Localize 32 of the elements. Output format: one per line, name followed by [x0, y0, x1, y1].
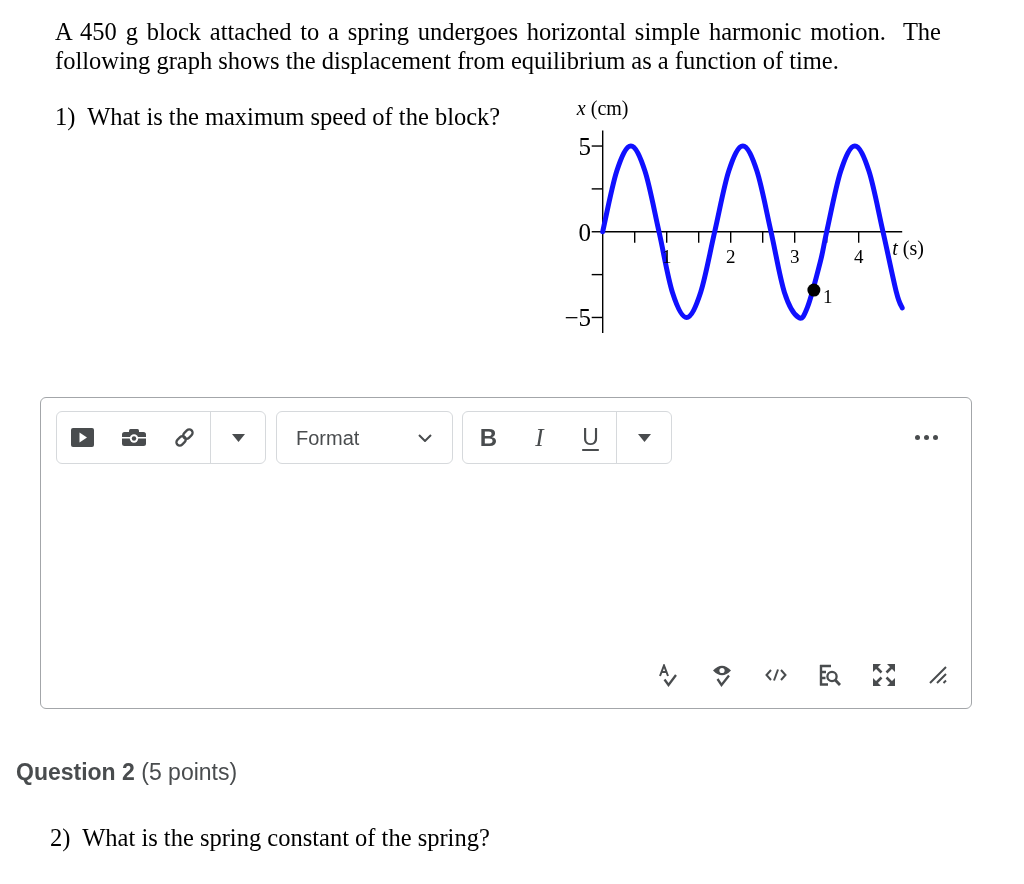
axis-title: x (cm)	[576, 98, 629, 118]
more-icon	[915, 435, 938, 440]
axis-title: t (s)	[892, 237, 924, 258]
camera-icon	[121, 429, 146, 446]
play-icon	[71, 428, 94, 447]
format-dropdown[interactable]: Format	[276, 411, 453, 464]
spellcheck-icon	[659, 663, 677, 687]
chevron-down-icon	[418, 433, 432, 442]
point-label: 1	[822, 287, 833, 307]
italic-button[interactable]: I	[514, 412, 565, 463]
problem-text: A 450 g block attached to a spring undergoes horizontal simple harmonic motion. The following graph shows the displacement from equilibrium as a function of time.	[55, 17, 941, 75]
caret-down-icon	[637, 433, 651, 442]
tick-label: 4	[853, 246, 864, 266]
document-search-icon	[819, 663, 841, 687]
underline-button[interactable]: U	[565, 412, 616, 463]
question-text: 2) What is the spring constant of the spring?	[50, 823, 490, 852]
question-text: 1) What is the maximum speed of the block?	[55, 102, 501, 131]
point-marker	[807, 283, 821, 297]
tick-label: 0	[578, 219, 591, 245]
tick-label: 2	[725, 246, 736, 266]
caret-down-icon	[231, 433, 245, 442]
expand-icon	[872, 663, 896, 687]
tick-label: 5	[578, 133, 591, 159]
question-heading: Question 2 (5 points)	[16, 758, 238, 787]
code-icon	[765, 669, 787, 681]
resize-handle-icon	[929, 666, 947, 684]
tick-label: −5	[564, 304, 591, 330]
bold-button[interactable]: B	[463, 412, 514, 463]
link-icon	[173, 426, 196, 449]
eye-check-icon	[712, 663, 732, 687]
tick-label: 3	[789, 246, 800, 266]
answer-editor[interactable]: Format B I U	[40, 397, 972, 709]
